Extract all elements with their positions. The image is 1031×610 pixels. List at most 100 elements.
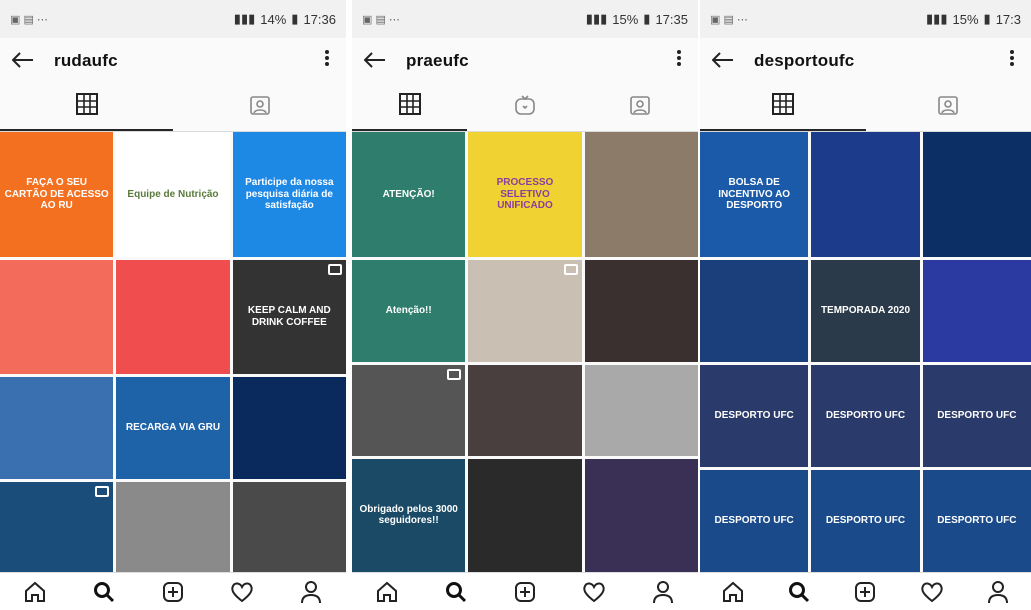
post-tile[interactable] <box>352 365 466 456</box>
post-tile-text: PROCESSO SELETIVO UNIFICADO <box>496 177 554 212</box>
post-tile-text: KEEP CALM AND DRINK COFFEE <box>247 305 331 328</box>
post-tile[interactable]: DESPORTO UFC <box>700 470 809 572</box>
post-tile[interactable]: RECARGA VIA GRU <box>116 376 230 479</box>
post-tile[interactable] <box>232 376 346 479</box>
post-tile[interactable]: DESPORTO UFC <box>700 365 809 467</box>
post-tile[interactable] <box>811 132 920 257</box>
post-tile[interactable]: Participe da nossa pesquisa diária de sa… <box>232 132 346 257</box>
tagged-icon <box>249 94 271 121</box>
battery-level: 15% <box>612 11 639 27</box>
search-icon[interactable] <box>784 577 814 607</box>
profile-header: rudaufc <box>0 38 346 84</box>
post-tile[interactable] <box>468 260 582 362</box>
search-icon[interactable] <box>441 577 471 607</box>
post-tile[interactable] <box>700 260 809 362</box>
post-tile[interactable] <box>584 458 698 572</box>
tab-grid[interactable] <box>700 84 866 131</box>
post-tile[interactable] <box>584 260 698 362</box>
post-tile[interactable]: ATENÇÃO! <box>352 132 466 257</box>
heart-icon[interactable] <box>579 577 609 607</box>
profile-icon[interactable] <box>296 577 326 607</box>
search-icon[interactable] <box>89 577 119 607</box>
back-arrow-icon[interactable] <box>11 49 54 73</box>
post-tile[interactable] <box>0 481 114 572</box>
post-tile[interactable] <box>584 365 698 456</box>
back-arrow-icon[interactable] <box>711 49 754 73</box>
notification-icons: ▣ ▤ ⋯ <box>362 13 400 26</box>
post-tile[interactable]: KEEP CALM AND DRINK COFFEE <box>232 260 346 374</box>
home-icon[interactable] <box>372 577 402 607</box>
more-vert-icon[interactable] <box>320 49 334 73</box>
post-tile[interactable] <box>468 458 582 572</box>
post-tile[interactable]: Obrigado pelos 3000 seguidores!! <box>352 458 466 572</box>
tab-grid[interactable] <box>0 84 173 131</box>
post-tile[interactable]: TEMPORADA 2020 <box>811 260 920 362</box>
tab-tagged[interactable] <box>583 84 698 131</box>
post-tile[interactable]: BOLSA DE INCENTIVO AO DESPORTO <box>700 132 809 257</box>
profile-tabs <box>352 84 698 132</box>
tab-tagged[interactable] <box>866 84 1031 131</box>
profile-icon[interactable] <box>983 577 1013 607</box>
post-tile[interactable]: PROCESSO SELETIVO UNIFICADO <box>468 132 582 257</box>
post-tile-text: Obrigado pelos 3000 seguidores!! <box>359 503 458 527</box>
post-tile[interactable] <box>468 365 582 456</box>
tab-grid[interactable] <box>352 84 468 131</box>
post-tile[interactable] <box>922 260 1031 362</box>
more-vert-icon[interactable] <box>672 49 686 73</box>
post-tile[interactable] <box>922 132 1031 257</box>
home-icon[interactable] <box>718 577 748 607</box>
post-tile[interactable] <box>0 260 114 374</box>
post-tile[interactable]: DESPORTO UFC <box>811 365 920 467</box>
profile-panel-praeufc: ▣ ▤ ⋯ ▮▮▮ 15% ▮ 17:35 praeufc ATENÇÃO! PR… <box>352 0 698 610</box>
signal-icon: ▮▮▮ <box>233 11 256 26</box>
post-tile-text: DESPORTO UFC <box>714 515 794 527</box>
battery-icon: ▮ <box>983 11 991 26</box>
post-tile-text: DESPORTO UFC <box>825 410 906 422</box>
post-grid: ATENÇÃO! PROCESSO SELETIVO UNIFICADO Atenç… <box>352 132 698 572</box>
grid-icon <box>75 93 98 120</box>
bottom-nav <box>352 572 698 610</box>
post-tile[interactable] <box>584 132 698 257</box>
post-tile[interactable] <box>116 260 230 374</box>
battery-icon: ▮ <box>643 11 651 26</box>
battery-level: 14% <box>260 11 287 27</box>
multi-post-icon <box>95 485 110 497</box>
battery-level: 15% <box>952 11 979 27</box>
tab-igtv[interactable] <box>467 84 582 131</box>
profile-panel-rudaufc: ▣ ▤ ⋯ ▮▮▮ 14% ▮ 17:36 rudaufc FAÇA O SEU… <box>0 0 346 610</box>
post-tile[interactable]: DESPORTO UFC <box>811 470 920 572</box>
tagged-icon <box>629 94 651 121</box>
heart-icon[interactable] <box>917 577 947 607</box>
post-tile[interactable]: Equipe de Nutrição <box>116 132 230 257</box>
multi-post-icon <box>328 264 342 275</box>
back-arrow-icon[interactable] <box>363 49 406 73</box>
post-tile[interactable] <box>232 481 346 572</box>
post-tile-text: DESPORTO UFC <box>714 410 794 422</box>
home-icon[interactable] <box>20 577 50 607</box>
profile-icon[interactable] <box>648 577 678 607</box>
post-tile[interactable]: Atenção!! <box>352 260 466 362</box>
bottom-nav <box>700 572 1031 610</box>
post-tile-text: TEMPORADA 2020 <box>820 305 911 317</box>
post-tile[interactable]: DESPORTO UFC <box>922 365 1031 467</box>
post-tile[interactable] <box>116 481 230 572</box>
post-tile[interactable]: FAÇA O SEU CARTÃO DE ACESSO AO RU <box>0 132 114 257</box>
profile-header: praeufc <box>352 38 698 84</box>
tab-tagged[interactable] <box>173 84 346 131</box>
profile-tabs <box>700 84 1031 132</box>
post-tile-text: BOLSA DE INCENTIVO AO DESPORTO <box>718 177 791 212</box>
post-tile[interactable] <box>0 376 114 479</box>
post-tile[interactable]: DESPORTO UFC <box>922 470 1031 572</box>
post-grid: BOLSA DE INCENTIVO AO DESPORTO TEMPORADA … <box>700 132 1031 572</box>
add-icon[interactable] <box>850 577 880 607</box>
add-icon[interactable] <box>158 577 188 607</box>
heart-icon[interactable] <box>227 577 257 607</box>
add-icon[interactable] <box>510 577 540 607</box>
grid-icon <box>398 93 421 120</box>
more-vert-icon[interactable] <box>1005 49 1019 73</box>
grid-icon <box>771 93 794 120</box>
notification-icons: ▣ ▤ ⋯ <box>710 13 748 26</box>
status-bar: ▣ ▤ ⋯ ▮▮▮ 14% ▮ 17:36 <box>0 0 346 38</box>
post-tile-text: RECARGA VIA GRU <box>125 421 221 433</box>
profile-tabs <box>0 84 346 132</box>
